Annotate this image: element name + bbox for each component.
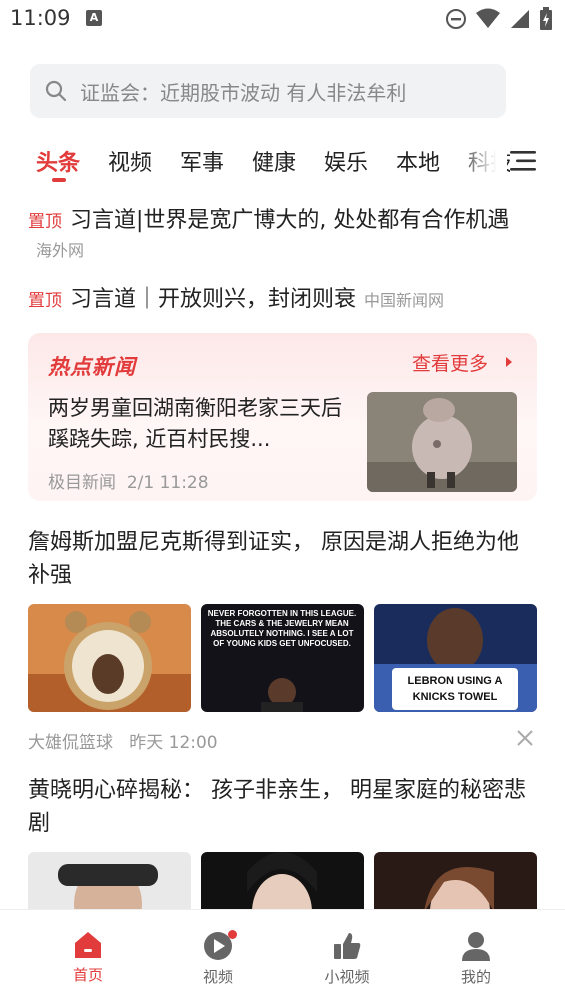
thumbs-up-icon [334, 933, 361, 959]
tab-health[interactable]: 健康 [252, 145, 296, 177]
hot-news-title: 两岁男童回湖南衡阳老家三天后蹊跷失踪, 近百村民搜... [48, 396, 342, 451]
hot-news-time: 2/1 11:28 [126, 473, 209, 493]
see-more-link[interactable]: 查看更多 [412, 349, 488, 376]
svg-text:OF YOUNG KIDS GET UNFOCUSED.: OF YOUNG KIDS GET UNFOCUSED. [213, 639, 351, 648]
article-thumbnails[interactable]: NEVER FORGOTTEN IN THIS LEAGUE. THE CARS… [28, 604, 537, 712]
do-not-disturb-icon [446, 9, 466, 29]
article-thumbnail [28, 604, 191, 712]
article-time: 昨天 12:00 [129, 733, 218, 753]
user-icon [462, 932, 490, 961]
article-thumbnail: LEBRON USING A KNICKS TOWEL [374, 604, 537, 712]
nav-me[interactable]: 我的 [441, 930, 511, 987]
notification-icon: A [86, 10, 102, 26]
tab-local[interactable]: 本地 [396, 145, 440, 177]
menu-icon[interactable] [510, 148, 536, 174]
article-title[interactable]: 詹姆斯加盟尼克斯得到证实， 原因是湖人拒绝为他补强 [28, 526, 540, 592]
status-icons [445, 7, 553, 31]
home-icon [75, 932, 101, 958]
pinned-item[interactable]: 置顶 习言道｜开放则兴，封闭则衰 中国新闻网 [28, 283, 528, 316]
pinned-item[interactable]: 置顶 习言道|世界是宽广博大的, 处处都有合作机遇海外网 [28, 204, 528, 261]
article-title[interactable]: 黄晓明心碎揭秘： 孩子非亲生， 明星家庭的秘密悲剧 [28, 774, 540, 840]
tab-headlines[interactable]: 头条 [36, 145, 80, 177]
pinned-source: 海外网 [36, 241, 85, 260]
signal-icon [511, 10, 529, 28]
article-meta: 大雄侃篮球 昨天 12:00 [28, 728, 218, 753]
status-time: 11:09 [10, 6, 71, 30]
pinned-tag: 置顶 [28, 291, 62, 311]
pinned-source: 中国新闻网 [364, 291, 445, 310]
article-thumbnail: NEVER FORGOTTEN IN THIS LEAGUE. THE CARS… [201, 604, 364, 712]
nav-home-label: 首页 [72, 966, 103, 984]
nav-video[interactable]: 视频 [183, 930, 253, 987]
pinned-title: 习言道｜开放则兴，封闭则衰 [70, 287, 357, 312]
active-tab-indicator [52, 178, 66, 182]
nav-home[interactable]: 首页 [53, 930, 123, 985]
svg-text:ABSOLUTELY NOTHING. I SEE A LO: ABSOLUTELY NOTHING. I SEE A LOT [211, 629, 354, 638]
chevron-right-icon [506, 357, 512, 367]
svg-text:NEVER FORGOTTEN IN THIS LEAGUE: NEVER FORGOTTEN IN THIS LEAGUE. [208, 609, 356, 618]
nav-short-video[interactable]: 小视频 [312, 930, 382, 987]
category-tabs: 头条 视频 军事 健康 娱乐 本地 科技 [0, 140, 565, 190]
pinned-title: 习言道|世界是宽广博大的, 处处都有合作机遇 [70, 208, 510, 233]
svg-text:LEBRON USING A: LEBRON USING A [408, 675, 503, 687]
tab-military[interactable]: 军事 [180, 145, 224, 177]
hot-news-card[interactable]: 热点新闻 查看更多 两岁男童回湖南衡阳老家三天后蹊跷失踪, 近百村民搜... 极… [28, 333, 537, 501]
tab-fade [455, 140, 507, 186]
nav-me-label: 我的 [460, 968, 491, 986]
search-placeholder: 证监会：近期股市波动 有人非法牟利 [80, 80, 407, 105]
svg-text:THE CARS & THE JEWELRY MEAN: THE CARS & THE JEWELRY MEAN [215, 619, 349, 628]
bottom-navigation: 首页 视频 小视频 我的 [0, 909, 565, 1004]
tab-entertainment[interactable]: 娱乐 [324, 145, 368, 177]
pinned-tag: 置顶 [28, 212, 62, 232]
wifi-icon [476, 8, 500, 28]
battery-icon [540, 7, 552, 30]
nav-video-label: 视频 [202, 968, 233, 986]
status-bar: 11:09 A [0, 0, 565, 40]
article-source: 大雄侃篮球 [28, 733, 113, 753]
hot-news-thumbnail [367, 392, 517, 492]
search-bar[interactable]: 证监会：近期股市波动 有人非法牟利 [30, 64, 506, 118]
hot-news-logo: 热点新闻 [48, 355, 136, 379]
hot-news-source: 极目新闻 [48, 473, 116, 493]
svg-text:KNICKS TOWEL: KNICKS TOWEL [413, 691, 498, 703]
hot-news-meta: 极目新闻 2/1 11:28 [48, 468, 209, 493]
notification-dot [228, 930, 237, 939]
nav-short-video-label: 小视频 [324, 968, 370, 986]
search-icon [45, 80, 67, 102]
close-icon[interactable] [516, 729, 534, 747]
tab-video[interactable]: 视频 [108, 145, 152, 177]
